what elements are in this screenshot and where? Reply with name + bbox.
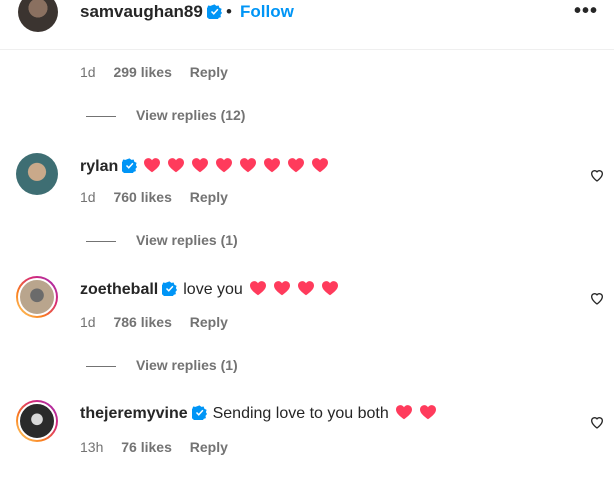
comment-meta: 1d 299 likes Reply xyxy=(80,64,242,80)
separator-dot: • xyxy=(226,2,232,21)
comment-text: zoetheball love you xyxy=(80,280,339,299)
comment-text: rylan xyxy=(80,157,329,176)
verified-badge-icon xyxy=(191,405,207,420)
more-options-icon[interactable]: ••• xyxy=(574,0,598,23)
comment-age: 1d xyxy=(80,189,96,205)
replies-divider xyxy=(86,365,116,367)
verified-badge-icon xyxy=(162,281,178,296)
heart-emoji-group xyxy=(137,158,329,175)
view-replies-button[interactable]: View replies (12) xyxy=(86,107,245,123)
avatar[interactable] xyxy=(18,0,58,32)
heart-emoji-icon xyxy=(240,158,257,173)
reply-button[interactable]: Reply xyxy=(190,64,228,80)
post-header: samvaughan89 • Follow ••• xyxy=(0,0,614,50)
comment-username[interactable]: thejeremyvine xyxy=(80,405,188,422)
verified-badge-icon xyxy=(206,4,222,19)
header-username[interactable]: samvaughan89 xyxy=(80,2,222,22)
heart-emoji-icon xyxy=(297,281,314,296)
reply-button[interactable]: Reply xyxy=(190,314,228,330)
avatar[interactable] xyxy=(16,153,58,195)
likes-count[interactable]: 299 likes xyxy=(113,64,171,80)
comment-meta: 1d 760 likes Reply xyxy=(80,189,242,205)
comment-username[interactable]: zoetheball xyxy=(80,281,158,298)
replies-divider xyxy=(86,240,116,242)
heart-emoji-icon xyxy=(168,158,185,173)
heart-emoji-icon xyxy=(144,158,161,173)
heart-emoji-group xyxy=(243,281,339,298)
follow-button[interactable]: Follow xyxy=(240,2,294,22)
replies-divider xyxy=(86,115,116,117)
like-heart-icon[interactable] xyxy=(589,290,605,306)
like-heart-icon[interactable] xyxy=(589,167,605,183)
view-replies-button[interactable]: View replies (1) xyxy=(86,232,238,248)
heart-emoji-icon xyxy=(192,158,209,173)
likes-count[interactable]: 76 likes xyxy=(121,439,172,455)
heart-emoji-group xyxy=(389,405,437,422)
heart-emoji-icon xyxy=(395,405,412,420)
avatar[interactable] xyxy=(16,276,58,318)
comment-meta: 1d 786 likes Reply xyxy=(80,314,242,330)
comment-text: thejeremyvine Sending love to you both xyxy=(80,404,437,423)
comment-body: Sending love to you both xyxy=(212,405,389,422)
likes-count[interactable]: 786 likes xyxy=(113,314,171,330)
reply-button[interactable]: Reply xyxy=(190,439,228,455)
comment-age: 1d xyxy=(80,64,96,80)
heart-emoji-icon xyxy=(249,281,266,296)
verified-badge-icon xyxy=(122,158,138,173)
heart-emoji-icon xyxy=(312,158,329,173)
heart-emoji-icon xyxy=(264,158,281,173)
reply-button[interactable]: Reply xyxy=(190,189,228,205)
heart-emoji-icon xyxy=(216,158,233,173)
view-replies-button[interactable]: View replies (1) xyxy=(86,357,238,373)
comment-meta: 13h 76 likes Reply xyxy=(80,439,242,455)
heart-emoji-icon xyxy=(419,405,436,420)
likes-count[interactable]: 760 likes xyxy=(113,189,171,205)
heart-emoji-icon xyxy=(288,158,305,173)
comment-age: 13h xyxy=(80,439,104,455)
heart-emoji-icon xyxy=(321,281,338,296)
like-heart-icon[interactable] xyxy=(589,414,605,430)
avatar-image xyxy=(18,278,56,316)
heart-emoji-icon xyxy=(273,281,290,296)
comment-username[interactable]: rylan xyxy=(80,158,118,175)
avatar[interactable] xyxy=(16,400,58,442)
avatar-image xyxy=(18,402,56,440)
comment-age: 1d xyxy=(80,314,96,330)
comment-item: thejeremyvine Sending love to you both xyxy=(0,400,614,444)
comment-body: love you xyxy=(183,281,243,298)
